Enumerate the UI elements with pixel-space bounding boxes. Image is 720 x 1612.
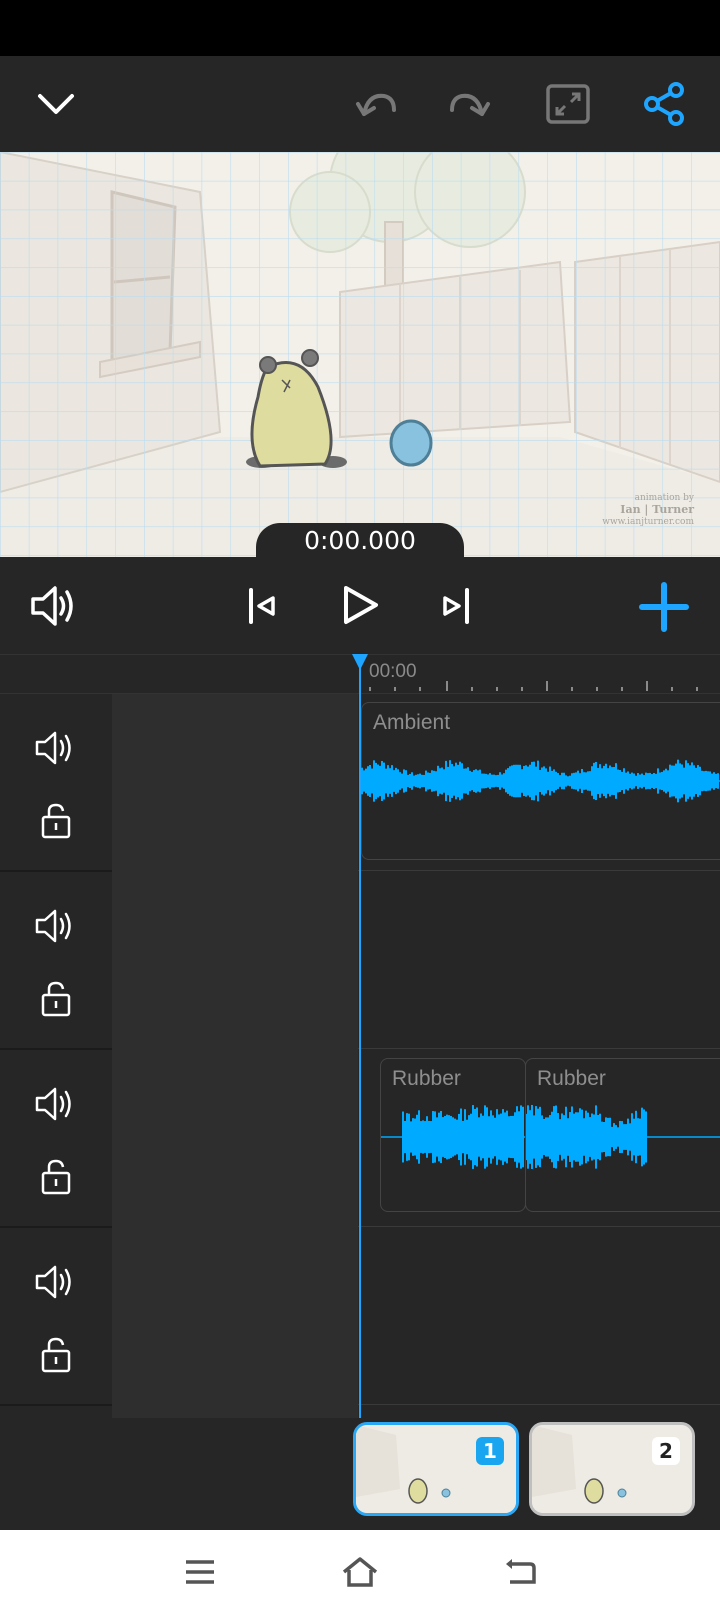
unlock-icon[interactable] xyxy=(40,980,72,1022)
plus-icon[interactable] xyxy=(636,579,692,635)
volume-icon[interactable] xyxy=(33,1262,79,1306)
unlock-icon[interactable] xyxy=(40,802,72,844)
credit-watermark: animation by Ian | Turner www.ianjturner… xyxy=(602,493,694,527)
clip-label: Rubber xyxy=(392,1067,461,1090)
timecode-display: 0:00.000 xyxy=(256,523,464,557)
track-header-1 xyxy=(0,694,112,872)
skip-end-icon[interactable] xyxy=(434,583,478,629)
unlock-icon[interactable] xyxy=(40,1158,72,1200)
share-icon[interactable] xyxy=(636,76,692,132)
back-icon[interactable] xyxy=(498,1550,542,1594)
lane-divider xyxy=(358,1404,720,1405)
playback-controls xyxy=(0,557,720,654)
fullscreen-icon[interactable] xyxy=(540,76,596,132)
waveform xyxy=(381,1105,525,1169)
system-nav-bar xyxy=(0,1530,720,1612)
skip-start-icon[interactable] xyxy=(240,583,284,629)
track-header-4 xyxy=(0,1228,112,1406)
scene-number-badge: 1 xyxy=(476,1437,504,1465)
play-icon[interactable] xyxy=(334,579,386,631)
volume-icon[interactable] xyxy=(33,728,79,772)
playhead[interactable] xyxy=(359,656,361,1418)
clip-label: Ambient xyxy=(373,711,451,734)
audio-clip-rubber-1[interactable]: Rubber xyxy=(380,1058,526,1212)
top-toolbar xyxy=(0,56,720,152)
scene-strip: 1 2 xyxy=(0,1418,720,1530)
menu-icon[interactable] xyxy=(178,1550,222,1594)
chevron-down-icon[interactable] xyxy=(28,76,84,132)
track-header-3 xyxy=(0,1050,112,1228)
home-icon[interactable] xyxy=(338,1550,382,1594)
preview-canvas[interactable]: animation by Ian | Turner www.ianjturner… xyxy=(0,152,720,557)
status-bar xyxy=(0,0,720,56)
lane-divider xyxy=(358,1048,720,1049)
scene-thumbnail-1[interactable]: 1 xyxy=(353,1422,519,1516)
ruler-ticks xyxy=(369,681,698,691)
volume-icon[interactable] xyxy=(33,906,79,950)
track-header-2 xyxy=(0,872,112,1050)
scene-thumbnail-2[interactable]: 2 xyxy=(529,1422,695,1516)
timeline-gutter xyxy=(112,694,358,1418)
lane-divider xyxy=(358,870,720,871)
clip-label: Rubber xyxy=(537,1067,606,1090)
lane-divider xyxy=(358,1226,720,1227)
waveform xyxy=(360,759,720,803)
audio-clip-ambient[interactable]: Ambient xyxy=(360,702,720,860)
scene-number-badge: 2 xyxy=(652,1437,680,1465)
unlock-icon[interactable] xyxy=(40,1336,72,1378)
waveform xyxy=(526,1104,720,1170)
audio-clip-rubber-2[interactable]: Rubber xyxy=(525,1058,720,1212)
playhead-handle[interactable] xyxy=(352,654,368,670)
volume-icon[interactable] xyxy=(26,581,82,631)
redo-icon[interactable] xyxy=(442,76,498,132)
undo-icon[interactable] xyxy=(348,76,404,132)
volume-icon[interactable] xyxy=(33,1084,79,1128)
